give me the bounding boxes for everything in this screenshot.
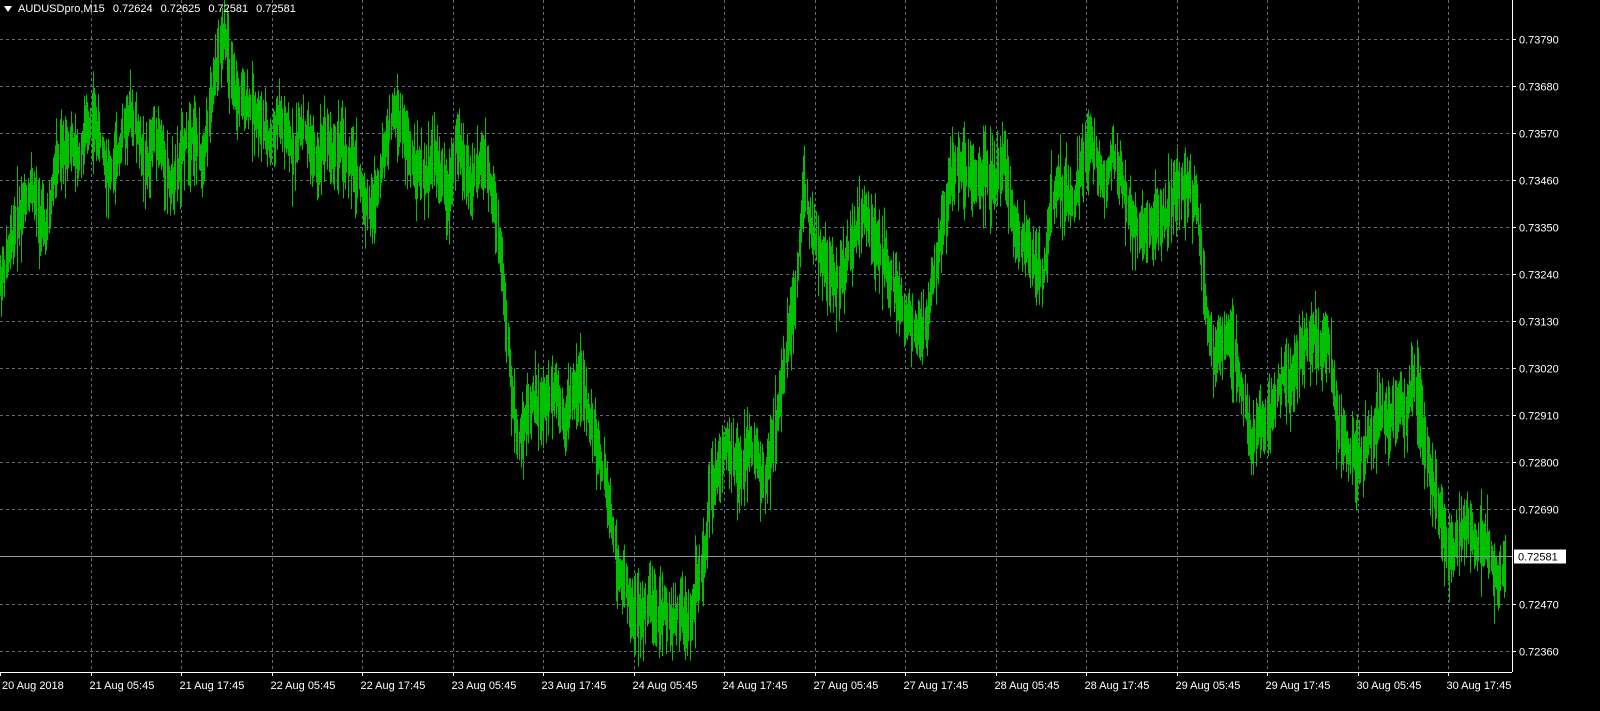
x-tick-label: 28 Aug 05:45 — [995, 680, 1060, 692]
open-value: 0.72624 — [112, 3, 153, 15]
x-tick-label: 30 Aug 05:45 — [1357, 680, 1422, 692]
low-value: 0.72581 — [208, 3, 249, 15]
y-axis-labels: 0.73790 0.73680 0.73570 0.73460 0.73350 0.732… — [1519, 35, 1559, 659]
price-bars — [0, 0, 1507, 667]
symbol-label: AUDUSDpro,M15 — [18, 3, 105, 15]
x-tick-label: 21 Aug 05:45 — [90, 680, 155, 692]
y-tick-label: 0.73570 — [1519, 129, 1559, 141]
y-tick-label: 0.73790 — [1519, 35, 1559, 47]
dropdown-triangle-icon[interactable] — [4, 6, 12, 12]
axes — [0, 0, 1516, 676]
y-tick-label: 0.73020 — [1519, 364, 1559, 376]
y-tick-label: 0.73130 — [1519, 317, 1559, 329]
x-tick-label: 22 Aug 17:45 — [361, 680, 426, 692]
x-tick-label: 24 Aug 05:45 — [633, 680, 698, 692]
y-tick-label: 0.72470 — [1519, 600, 1559, 612]
y-tick-label: 0.73460 — [1519, 176, 1559, 188]
current-price-marker: 0.72581 — [0, 549, 1566, 564]
x-axis-labels: 20 Aug 2018 21 Aug 05:45 21 Aug 17:45 22 Au… — [2, 680, 1511, 692]
y-tick-label: 0.72910 — [1519, 411, 1559, 423]
y-tick-label: 0.73680 — [1519, 82, 1559, 94]
x-tick-label: 27 Aug 17:45 — [904, 680, 969, 692]
grid — [0, 0, 1512, 672]
x-tick-label: 30 Aug 17:45 — [1447, 680, 1512, 692]
high-value: 0.72625 — [160, 3, 201, 15]
x-tick-label: 23 Aug 17:45 — [542, 680, 607, 692]
x-tick-label: 21 Aug 17:45 — [180, 680, 245, 692]
chart-window[interactable]: 0.73790 0.73680 0.73570 0.73460 0.73350 0.732… — [0, 0, 1600, 711]
y-tick-label: 0.72690 — [1519, 505, 1559, 517]
x-tick-label: 23 Aug 05:45 — [452, 680, 517, 692]
x-tick-label: 29 Aug 05:45 — [1176, 680, 1241, 692]
close-value: 0.72581 — [256, 3, 296, 15]
y-tick-label: 0.72360 — [1519, 647, 1559, 659]
y-tick-label: 0.73350 — [1519, 223, 1559, 235]
price-chart[interactable]: 0.73790 0.73680 0.73570 0.73460 0.73350 0.732… — [0, 0, 1600, 711]
x-tick-label: 22 Aug 05:45 — [271, 680, 336, 692]
chart-header: AUDUSDpro,M15 0.72624 0.72625 0.72581 0.… — [4, 3, 296, 15]
x-tick-label: 24 Aug 17:45 — [723, 680, 788, 692]
x-tick-label: 20 Aug 2018 — [2, 680, 64, 692]
y-tick-label: 0.72800 — [1519, 458, 1559, 470]
x-tick-label: 29 Aug 17:45 — [1266, 680, 1331, 692]
y-tick-label: 0.73240 — [1519, 270, 1559, 282]
current-price-label: 0.72581 — [1518, 552, 1558, 564]
x-tick-label: 27 Aug 05:45 — [814, 680, 879, 692]
x-tick-label: 28 Aug 17:45 — [1085, 680, 1150, 692]
